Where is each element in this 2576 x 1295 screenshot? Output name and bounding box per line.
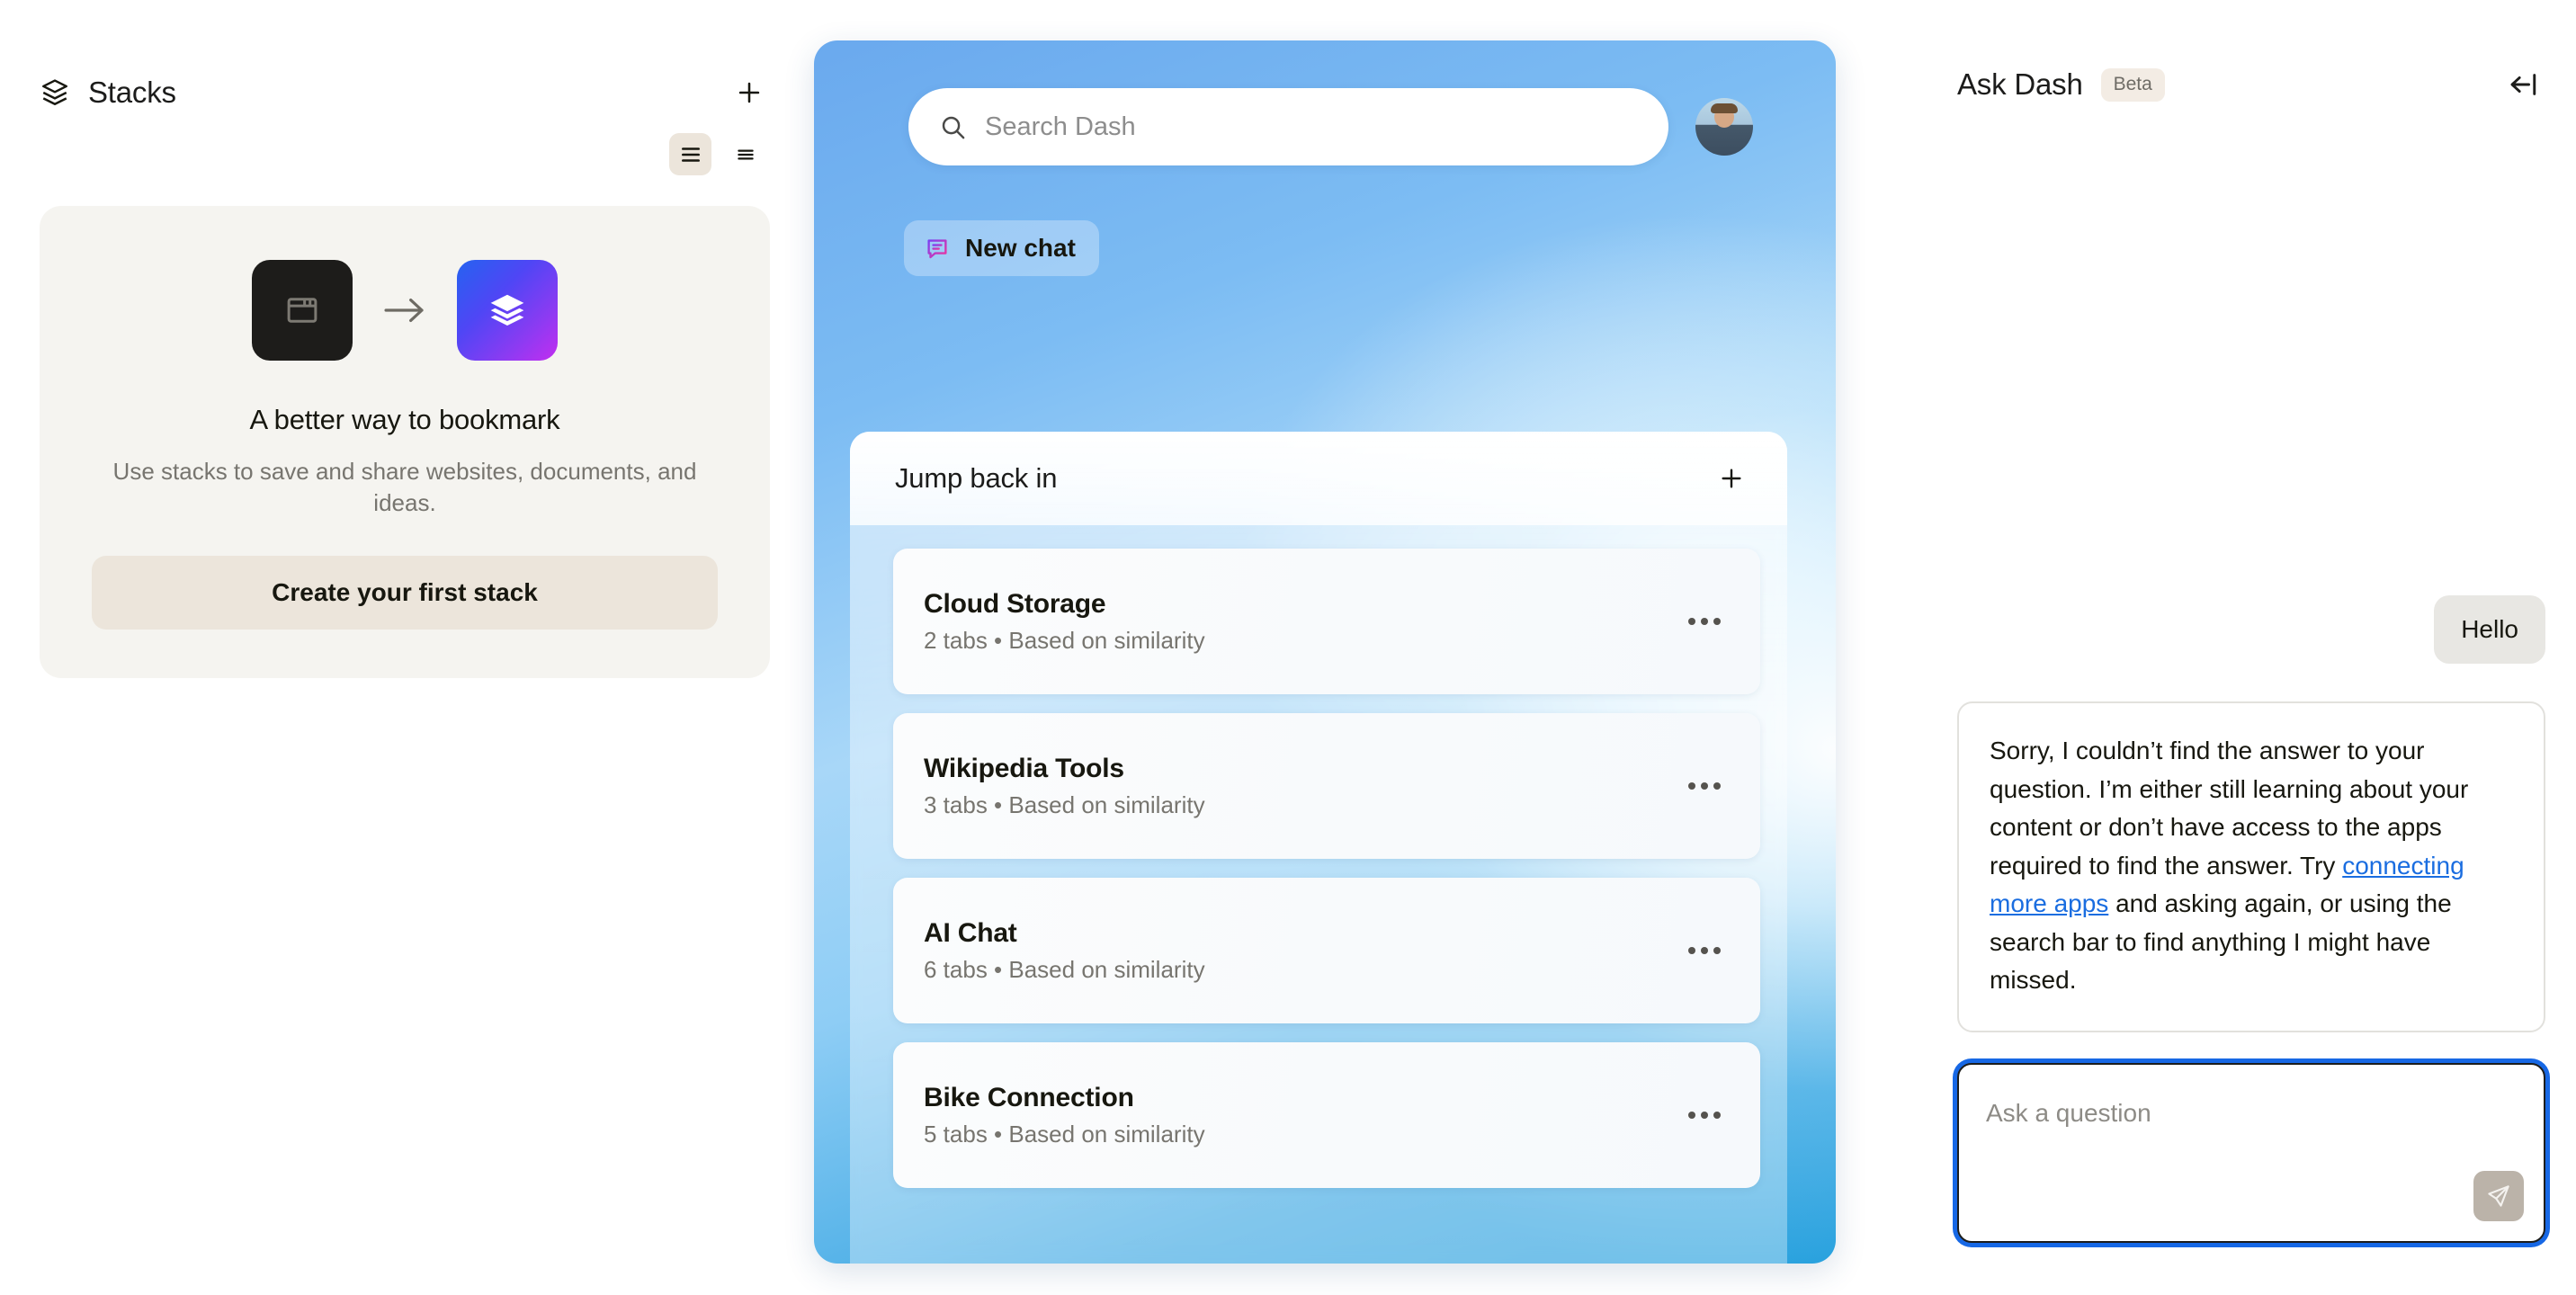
avatar[interactable]	[1695, 98, 1753, 156]
browser-window-icon	[252, 260, 353, 361]
layers-icon	[40, 77, 70, 108]
search-icon	[939, 113, 967, 141]
jump-back-in-title: Jump back in	[895, 462, 1058, 494]
list-item-title: Wikipedia Tools	[924, 753, 1124, 783]
dash-pane: Search Dash New chat Jump back in Cloud …	[809, 0, 1918, 1295]
stacks-pane: Stacks A better way to bookmark Use stac…	[0, 0, 809, 1295]
search-placeholder: Search Dash	[985, 112, 1136, 141]
collapse-panel-button[interactable]	[2502, 63, 2545, 106]
page-title: Stacks	[88, 76, 176, 109]
list-item-meta: 6 tabs • Based on similarity	[924, 955, 1205, 983]
plus-icon	[1722, 469, 1741, 488]
list-item-meta: 3 tabs • Based on similarity	[924, 790, 1205, 818]
list-item-text: AI Chat 6 tabs • Based on similarity	[924, 918, 1205, 984]
dash-panel: Search Dash New chat Jump back in Cloud …	[814, 40, 1836, 1264]
list-item[interactable]: Cloud Storage 2 tabs • Based on similari…	[893, 549, 1760, 694]
ellipsis-icon[interactable]	[1681, 763, 1728, 809]
collapse-panel-icon	[2510, 74, 2536, 95]
ask-dash-pane: Ask Dash Beta Hello Sorry, I couldn’t fi…	[1918, 0, 2576, 1295]
stacks-title-wrap: Stacks	[40, 76, 176, 110]
dash-topbar: Search Dash	[814, 40, 1836, 165]
list-item[interactable]: Wikipedia Tools 3 tabs • Based on simila…	[893, 713, 1760, 859]
ask-question-input[interactable]: Ask a question	[1957, 1063, 2545, 1243]
list-item-text: Bike Connection 5 tabs • Based on simila…	[924, 1083, 1205, 1148]
list-item-title: AI Chat	[924, 917, 1017, 948]
chat-message-list: Hello Sorry, I couldn’t find the answer …	[1957, 106, 2545, 1063]
list-item-text: Wikipedia Tools 3 tabs • Based on simila…	[924, 754, 1205, 819]
list-item-title: Bike Connection	[924, 1082, 1134, 1112]
plus-icon	[734, 77, 765, 108]
list-item-meta: 2 tabs • Based on similarity	[924, 626, 1205, 654]
ask-dash-header: Ask Dash Beta	[1957, 63, 2545, 106]
list-item[interactable]: AI Chat 6 tabs • Based on similarity	[893, 878, 1760, 1023]
add-jump-item-button[interactable]	[1712, 459, 1751, 498]
layers-gradient-icon	[457, 260, 558, 361]
ask-dash-title: Ask Dash	[1957, 67, 2083, 101]
status-badge: Beta	[2100, 67, 2165, 102]
view-toggle-group	[40, 133, 770, 175]
view-toggle-comfortable[interactable]	[669, 133, 711, 175]
view-toggle-compact[interactable]	[724, 133, 766, 175]
user-message: Hello	[2434, 595, 2545, 665]
add-stack-button[interactable]	[729, 72, 770, 113]
list-item-title: Cloud Storage	[924, 588, 1106, 619]
create-first-stack-button[interactable]: Create your first stack	[92, 555, 718, 630]
list-item-meta: 5 tabs • Based on similarity	[924, 1120, 1205, 1148]
app-root: Stacks A better way to bookmark Use stac…	[0, 0, 2576, 1295]
jump-back-in-card: Jump back in Cloud Storage 2 tabs • Base…	[850, 432, 1787, 1264]
new-chat-label: New chat	[965, 234, 1076, 262]
empty-state-subtitle: Use stacks to save and share websites, d…	[112, 458, 697, 517]
ellipsis-icon[interactable]	[1681, 927, 1728, 974]
send-icon	[2488, 1185, 2509, 1207]
ellipsis-icon[interactable]	[1681, 598, 1728, 645]
list-comfortable-icon	[679, 143, 702, 166]
ellipsis-icon[interactable]	[1681, 1092, 1728, 1139]
list-compact-icon	[734, 143, 757, 166]
chat-bubble-icon	[924, 235, 951, 262]
empty-state-title: A better way to bookmark	[249, 404, 560, 435]
ask-question-placeholder: Ask a question	[1986, 1099, 2151, 1127]
search-input[interactable]: Search Dash	[908, 88, 1668, 165]
list-item-text: Cloud Storage 2 tabs • Based on similari…	[924, 589, 1205, 655]
new-chat-button[interactable]: New chat	[904, 220, 1099, 276]
jump-back-in-header: Jump back in	[850, 432, 1787, 525]
assistant-message: Sorry, I couldn’t find the answer to you…	[1957, 701, 2545, 1032]
send-button[interactable]	[2473, 1171, 2524, 1221]
stacks-empty-state: A better way to bookmark Use stacks to s…	[40, 206, 770, 678]
list-item[interactable]: Bike Connection 5 tabs • Based on simila…	[893, 1042, 1760, 1188]
stacks-header: Stacks	[40, 70, 770, 115]
arrow-right-icon	[380, 293, 430, 327]
jump-back-in-list: Cloud Storage 2 tabs • Based on similari…	[850, 525, 1787, 1188]
empty-state-icons	[92, 260, 718, 361]
